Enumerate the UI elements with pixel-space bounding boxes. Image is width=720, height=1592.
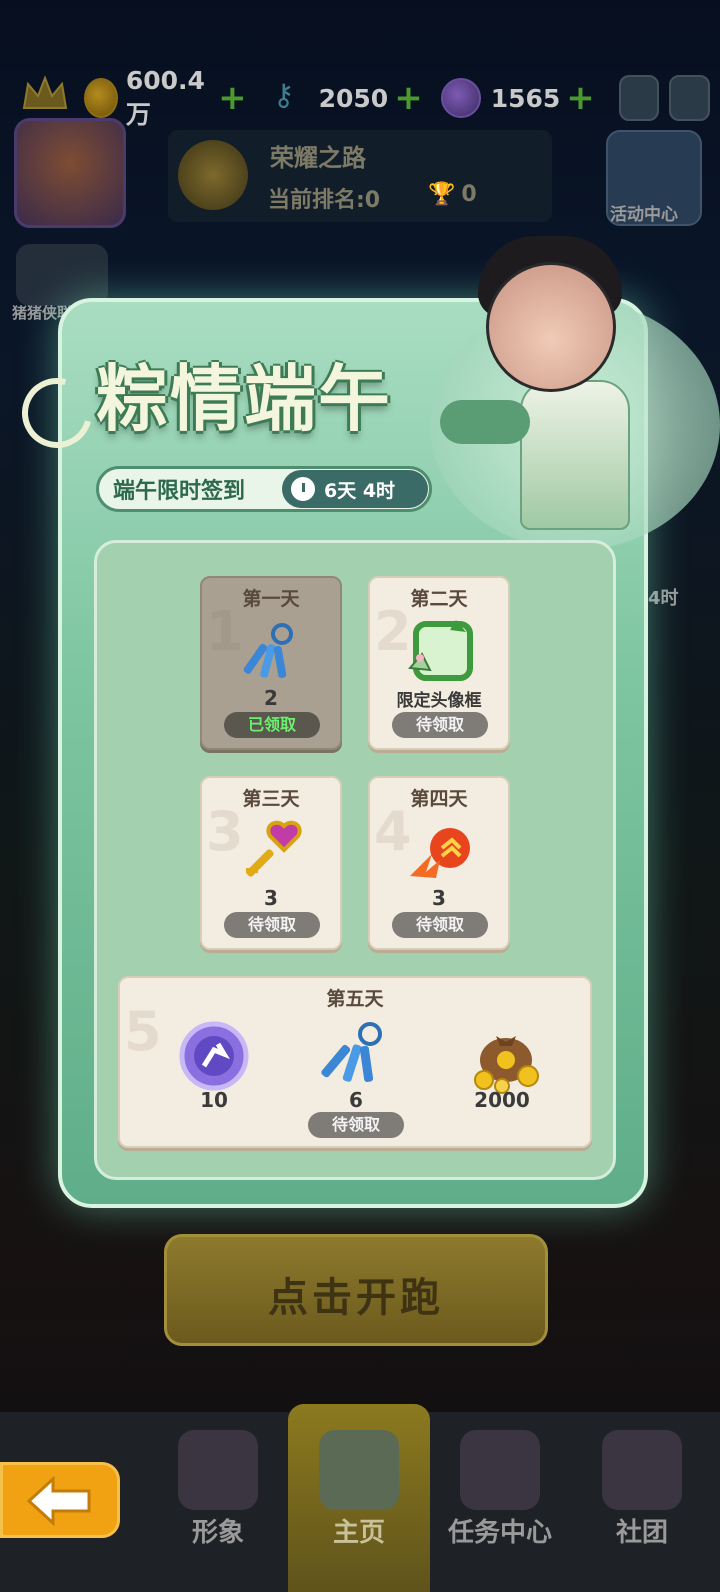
menu-grid-icon[interactable] [669, 75, 711, 121]
home-board-icon [319, 1430, 399, 1510]
nav-character-label: 形象 [191, 1518, 244, 1548]
day-2-card[interactable]: 2 第二天 限定头像框 待领取 [368, 576, 510, 750]
trophy-icon [178, 140, 248, 210]
avatar-frame-icon [407, 620, 473, 681]
event-title: 粽情端午 [96, 356, 393, 441]
day-4-claim-button[interactable]: 待领取 [392, 912, 488, 938]
character-body [520, 380, 630, 530]
nav-club-label: 社团 [615, 1518, 668, 1548]
day-1-value: 2 [264, 686, 278, 710]
character-icon [178, 1430, 258, 1510]
keys-resource[interactable]: ⚷ 2050 + [267, 75, 423, 121]
stopwatch-icon [288, 474, 318, 504]
character-arm [440, 400, 530, 444]
trophy-count: 🏆 0 [428, 182, 477, 207]
day-3-card[interactable]: 3 第三天 3 待领取 [200, 776, 342, 950]
add-coins-icon[interactable]: + [218, 81, 247, 115]
heart-key-icon [246, 820, 302, 877]
add-keys-icon[interactable]: + [394, 81, 423, 115]
key-icon: ⚷ [272, 78, 295, 113]
nav-home-label: 主页 [332, 1518, 385, 1548]
nav-character[interactable]: 形象 [148, 1420, 288, 1580]
resource-bar: 600.4万 + ⚷ 2050 + 1565 + [84, 66, 711, 129]
day-5-token-value: 10 [200, 1088, 228, 1112]
pig-hero-icon[interactable] [16, 244, 108, 306]
gems-value: 1565 [490, 83, 561, 113]
day-4-card[interactable]: 4 第四天 3 待领取 [368, 776, 510, 950]
event-timer-text: 6天 4时 [324, 479, 396, 502]
day-1-card[interactable]: 1 第一天 2 已领取 [200, 576, 342, 750]
side-timer-label: 4时 [648, 588, 679, 609]
rank-current: 当前排名:0 [268, 188, 381, 213]
crown-icon[interactable] [20, 72, 70, 116]
day-3-claim-button[interactable]: 待领取 [224, 912, 320, 938]
day-2-value: 限定头像框 [396, 691, 482, 711]
back-button[interactable] [0, 1462, 120, 1538]
day-3-value: 3 [264, 886, 278, 910]
day-5-claim-button[interactable]: 待领取 [308, 1112, 404, 1138]
player-avatar[interactable] [14, 118, 126, 228]
day-3-label: 第三天 [242, 788, 300, 810]
day-1-claimed-status: 已领取 [224, 712, 320, 738]
nav-home[interactable]: 主页 [289, 1420, 429, 1580]
event-timer: 6天 4时 [282, 470, 428, 508]
start-run-label: 点击开跑 [268, 1275, 444, 1321]
trophy-count-value: 0 [461, 182, 477, 207]
gem-icon [440, 78, 481, 118]
coin-bag-icon [474, 1036, 539, 1094]
add-gems-icon[interactable]: + [566, 81, 595, 115]
runner-token-icon [179, 1021, 249, 1091]
day-2-claim-button[interactable]: 待领取 [392, 712, 488, 738]
coins-value: 600.4万 [125, 65, 205, 129]
day-5-label: 第五天 [326, 988, 384, 1010]
day-5-card[interactable]: 5 第五天 10 6 2000 待领取 [118, 976, 592, 1148]
keys-value: 2050 [318, 83, 389, 113]
coin-icon [84, 78, 118, 118]
keys-icon [321, 1022, 382, 1082]
nav-tasks[interactable]: 任务中心 [430, 1420, 570, 1580]
gems-resource[interactable]: 1565 + [440, 75, 595, 121]
start-run-button[interactable]: 点击开跑 [164, 1234, 548, 1346]
back-arrow-icon [26, 1475, 91, 1527]
keys-icon [243, 623, 293, 678]
day-5-keys-value: 6 [349, 1088, 363, 1112]
club-icon [602, 1430, 682, 1510]
activity-center-label: 活动中心 [610, 205, 678, 225]
nav-club[interactable]: 社团 [572, 1420, 712, 1580]
day-4-label: 第四天 [410, 788, 468, 810]
character-portrait [486, 262, 616, 392]
day-5-coins-value: 2000 [474, 1088, 530, 1112]
day-1-label: 第一天 [242, 588, 300, 610]
nav-tasks-label: 任务中心 [447, 1518, 552, 1548]
event-subtitle: 端午限时签到 [113, 478, 246, 504]
day-4-value: 3 [432, 886, 446, 910]
coins-resource[interactable]: 600.4万 + [84, 66, 247, 129]
day-2-label: 第二天 [410, 588, 468, 610]
rank-title: 荣耀之路 [270, 144, 366, 172]
friends-icon[interactable] [618, 75, 660, 121]
tasks-icon [460, 1430, 540, 1510]
fire-boost-icon [410, 828, 470, 878]
